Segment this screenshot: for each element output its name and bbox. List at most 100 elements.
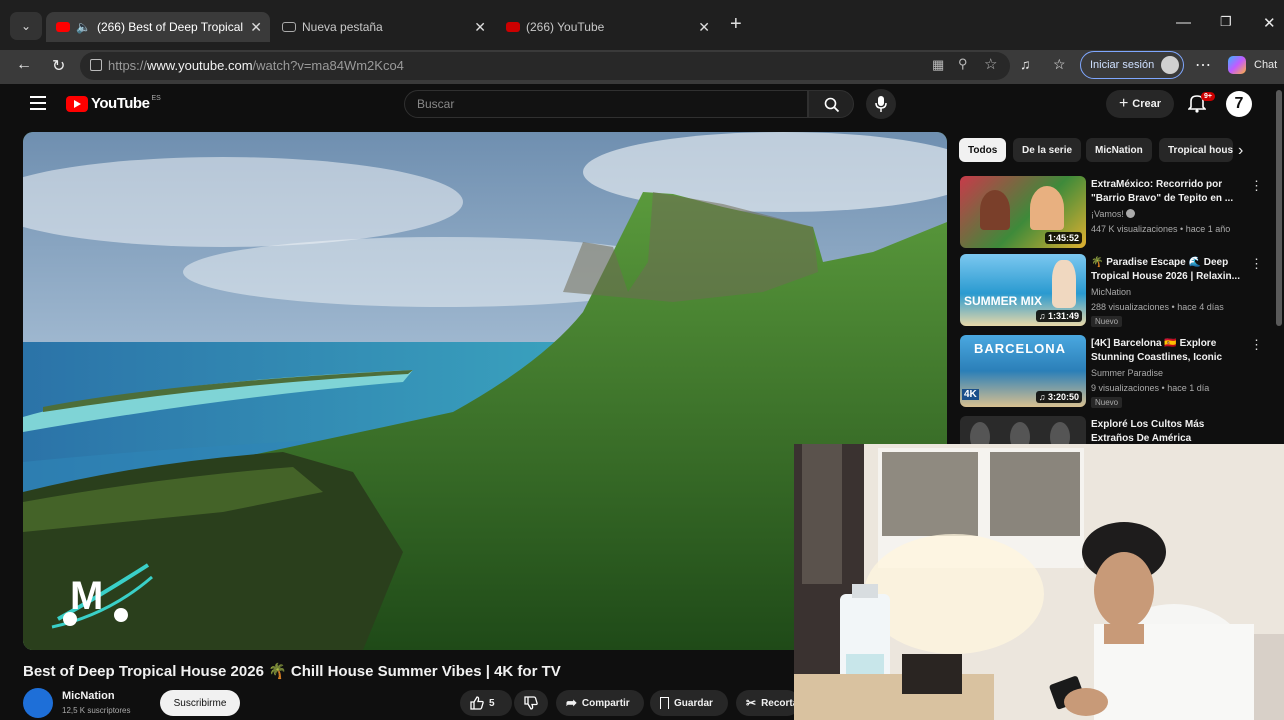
video-duration: 1:45:52 [1044,232,1082,244]
like-count: 5 [489,697,495,709]
bookmark-icon [660,697,669,709]
page-scrollbar[interactable] [1276,90,1282,326]
webcam-overlay [794,444,1284,720]
channel-name[interactable]: MicNation [1091,287,1131,297]
more-menu-icon[interactable]: ⋯ [1195,55,1211,75]
close-icon[interactable]: ✕ [698,19,710,36]
video-thumbnail[interactable]: 1:45:52 [960,176,1086,248]
video-meta: 9 visualizaciones • hace 1 día [1091,383,1210,393]
video-title[interactable]: [4K] Barcelona 🇪🇸 Explore Stunning Coast… [1091,337,1243,365]
tab-youtube-video[interactable]: 🔈 (266) Best of Deep Tropical H ✕ [46,12,270,42]
more-actions-icon[interactable]: ⋮ [1250,178,1263,194]
video-title[interactable]: ExtraMéxico: Recorrido por "Barrio Bravo… [1091,178,1243,206]
svg-text:M: M [70,574,103,618]
new-badge: Nuevo [1091,316,1123,327]
zoom-icon[interactable]: ⚲ [958,56,968,72]
signin-button[interactable]: Iniciar sesión [1080,51,1184,79]
video-title[interactable]: Exploré Los Cultos Más Extraños De Améri… [1091,418,1243,446]
search-input[interactable] [405,91,807,117]
account-avatar[interactable]: 7 [1226,91,1252,117]
tab-new-tab[interactable]: Nueva pestaña ✕ [272,12,494,42]
close-icon[interactable]: ✕ [250,19,262,36]
tab-actions-button[interactable]: ⌄ [10,12,42,40]
recommended-video[interactable]: 1:45:52 ExtraMéxico: Recorrido por "Barr… [960,176,1263,252]
plus-icon: + [1118,95,1129,112]
read-aloud-icon[interactable]: ♫ [1020,56,1031,72]
clip-button[interactable]: ✂ Recortar [736,690,800,716]
copilot-icon[interactable] [1228,56,1246,74]
channel-name[interactable]: ¡Vamos! [1091,209,1136,219]
youtube-favicon-icon [506,22,520,32]
chevron-right-icon[interactable]: › [1238,142,1243,160]
create-label: Crear [1132,98,1162,110]
webcam-scene-image [794,444,1284,720]
favorite-star-icon[interactable]: ☆ [984,55,997,73]
more-actions-icon[interactable]: ⋮ [1250,256,1263,272]
search-button[interactable] [808,90,854,118]
tab-label: (266) Best of Deep Tropical H [96,20,247,34]
thumbnail-text: SUMMER MIX [964,294,1042,308]
like-button[interactable]: 5 [460,690,512,716]
video-duration: ♫ 3:20:50 [1035,391,1082,403]
url-text: https://www.youtube.com/watch?v=ma84Wm2K… [108,58,404,73]
search-icon [824,97,840,113]
app-available-icon[interactable]: ▦ [932,57,944,73]
share-icon: ➦ [566,695,577,710]
subscribe-button[interactable]: Suscribirme [160,690,240,716]
favorites-icon[interactable]: ☆ [1053,56,1066,73]
youtube-logo[interactable]: YouTube ES [66,95,161,112]
browser-toolbar: ← ↻ https://www.youtube.com/watch?v=ma84… [0,50,1284,84]
video-meta: 288 visualizaciones • hace 4 días [1091,302,1224,312]
youtube-play-icon [66,95,88,112]
thumbnail-4k-label: 4K [962,389,979,400]
thumbs-up-icon [470,696,484,710]
chat-label[interactable]: Chat [1254,59,1277,71]
voice-search-button[interactable] [866,89,896,119]
chip-all[interactable]: Todos [959,138,1007,162]
recommended-video[interactable]: SUMMER MIX ♫ 1:31:49 🌴 Paradise Escape 🌊… [960,254,1263,330]
chip-from-series[interactable]: De la serie [1013,138,1082,162]
recommended-video[interactable]: BARCELONA 4K ♫ 3:20:50 [4K] Barcelona 🇪🇸… [960,335,1263,411]
dislike-button[interactable] [514,690,548,716]
video-title[interactable]: 🌴 Paradise Escape 🌊 Deep Tropical House … [1091,256,1243,284]
search-box[interactable] [404,90,808,118]
new-badge: Nuevo [1091,397,1123,408]
close-icon[interactable]: ✕ [474,19,486,36]
verified-icon [1126,209,1136,218]
speaker-icon: 🔈 [76,20,91,34]
restore-icon[interactable]: ❐ [1220,14,1232,30]
profile-avatar-icon [1161,56,1179,74]
video-meta: 447 K visualizaciones • hace 1 año [1091,224,1231,234]
chip-micnation[interactable]: MicNation [1086,138,1152,162]
channel-name[interactable]: Summer Paradise [1091,368,1163,378]
subscriber-count: 12,5 K suscriptores [62,706,131,715]
channel-name[interactable]: MicNation [62,690,115,702]
more-actions-icon[interactable]: ⋮ [1250,337,1263,353]
share-label: Compartir [581,697,630,709]
address-bar[interactable]: https://www.youtube.com/watch?v=ma84Wm2K… [80,52,1010,80]
tab-label: Nueva pestaña [302,20,383,34]
minimize-icon[interactable]: — [1176,14,1191,31]
youtube-favicon-icon [56,22,70,32]
new-tab-icon[interactable]: + [730,13,742,36]
browser-tab-strip: ⌄ 🔈 (266) Best of Deep Tropical H ✕ Nuev… [0,0,1284,50]
thumbnail-text: BARCELONA [974,341,1067,356]
tab-label: (266) YouTube [526,20,605,34]
hamburger-menu-icon[interactable] [30,96,46,110]
youtube-header: YouTube ES + Crear 9+ 7 [10,84,1284,124]
page-icon [282,22,296,32]
channel-avatar[interactable] [23,688,53,718]
save-button[interactable]: Guardar [650,690,728,716]
create-button[interactable]: + Crear [1106,90,1174,118]
video-thumbnail[interactable]: BARCELONA 4K ♫ 3:20:50 [960,335,1086,407]
site-info-icon[interactable] [90,59,102,71]
share-button[interactable]: ➦ Compartir [556,690,644,716]
video-thumbnail[interactable]: SUMMER MIX ♫ 1:31:49 [960,254,1086,326]
refresh-icon[interactable]: ↻ [52,56,65,76]
chip-tropical-house[interactable]: Tropical house [1159,138,1233,162]
video-title: Best of Deep Tropical House 2026 🌴 Chill… [23,663,561,680]
logo-text: YouTube [91,95,150,112]
close-window-icon[interactable]: ✕ [1263,14,1276,32]
back-icon[interactable]: ← [16,56,32,74]
tab-youtube-home[interactable]: (266) YouTube ✕ [496,12,718,42]
